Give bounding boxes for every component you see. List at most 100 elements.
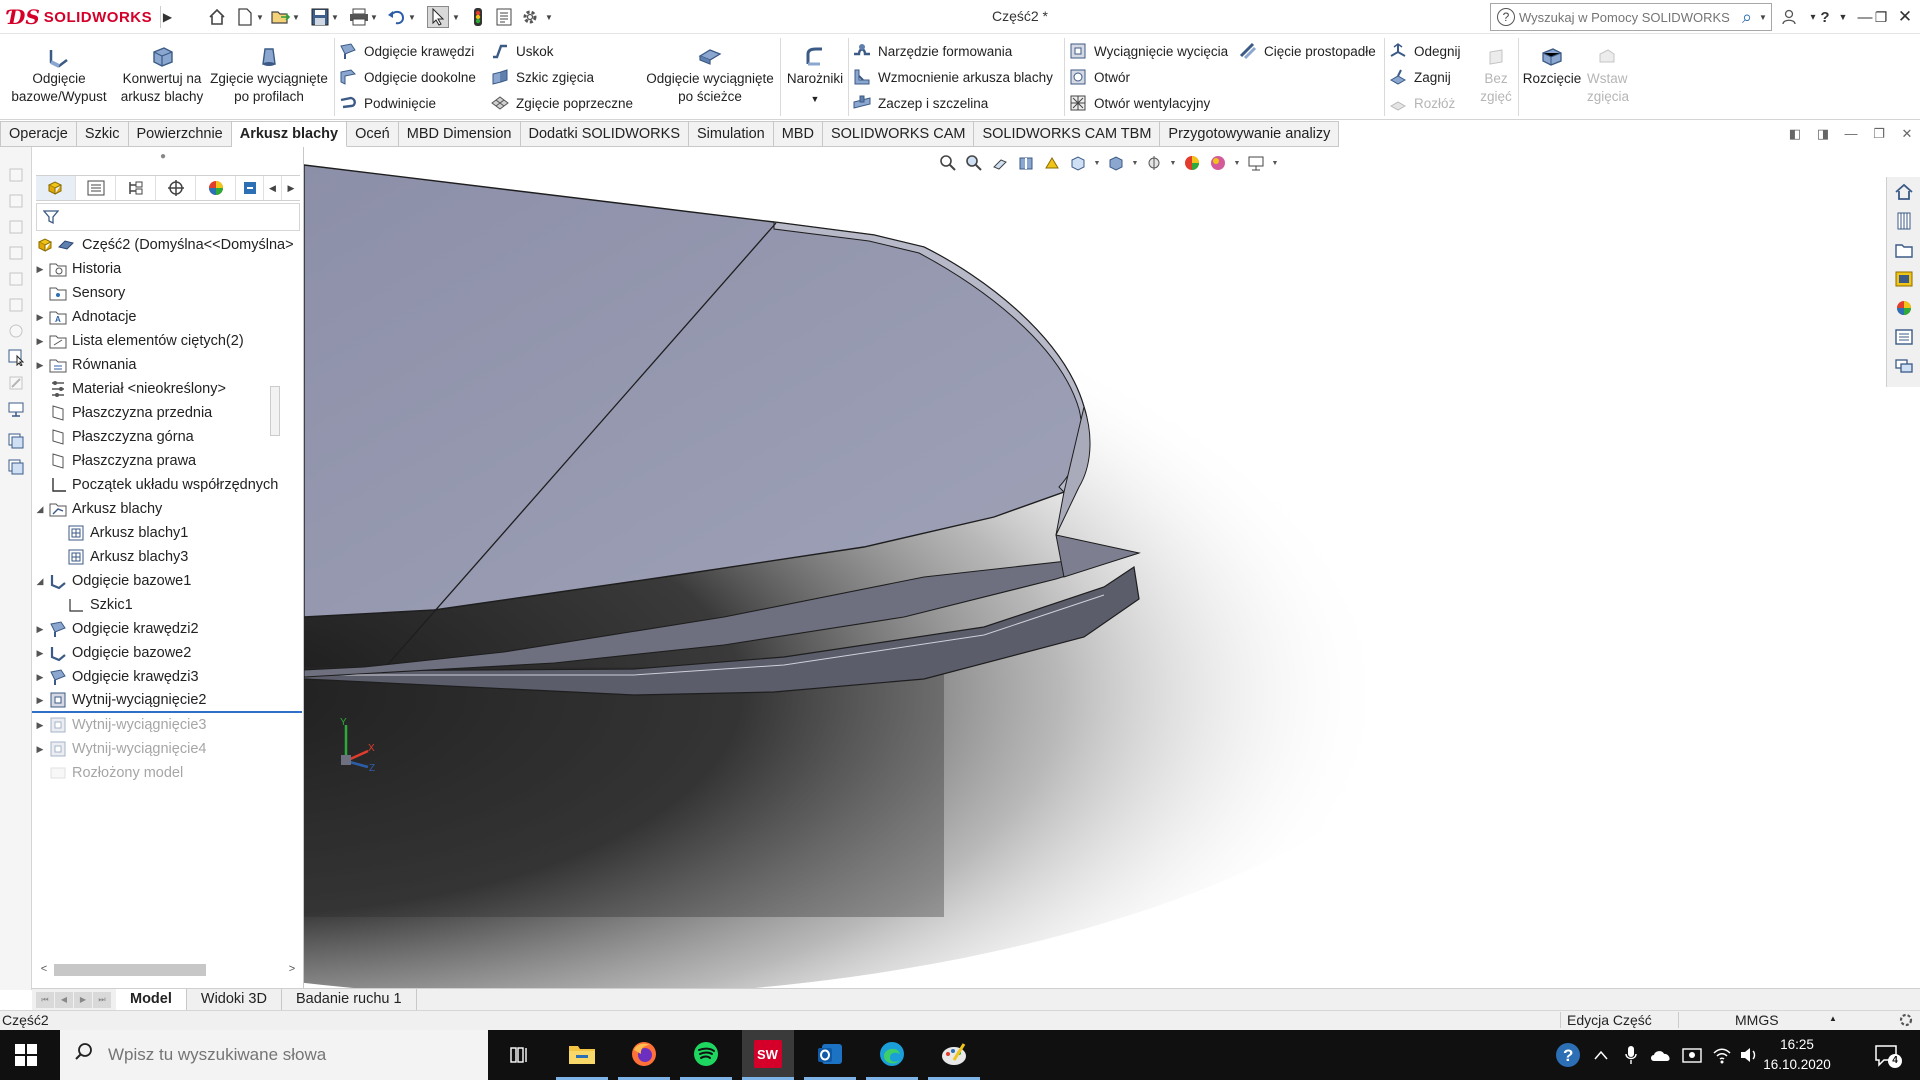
file-explorer-pane-icon[interactable]: [1889, 236, 1919, 264]
rip-button[interactable]: Rozcięcie: [1520, 44, 1584, 88]
windows-start-icon[interactable]: [14, 1043, 38, 1067]
apply-scene-icon[interactable]: [1206, 152, 1230, 174]
view-orientation-dropdown[interactable]: ▼: [1092, 160, 1102, 167]
display-style-icon[interactable]: [1104, 152, 1128, 174]
spotify-icon[interactable]: [680, 1030, 732, 1080]
collapse-arrow-icon[interactable]: ◢: [34, 504, 46, 515]
action-center-icon[interactable]: 4: [1872, 1040, 1902, 1070]
tree-node[interactable]: ▶ Odgięcie krawędzi3: [32, 665, 302, 689]
file-properties-icon[interactable]: [493, 6, 515, 28]
scroll-right-arrow[interactable]: >: [284, 963, 300, 975]
copy-settings-icon[interactable]: [3, 429, 29, 453]
view-settings-dropdown[interactable]: ▼: [1270, 160, 1280, 167]
section-view-icon[interactable]: [1014, 152, 1038, 174]
tree-node[interactable]: Rozłożony model: [32, 761, 302, 785]
select-icon[interactable]: [427, 6, 449, 28]
edit-appearance-icon[interactable]: [1180, 152, 1204, 174]
units-dropdown-icon[interactable]: ▲: [1829, 1014, 1837, 1023]
sketched-bend-button[interactable]: Szkic zgięcia: [490, 66, 633, 88]
lofted-bend-button[interactable]: Zgięcie wyciągnięte po profilach: [208, 44, 330, 106]
view-orientation-icon[interactable]: [1066, 152, 1090, 174]
restore-icon[interactable]: ❐: [1868, 4, 1894, 30]
tree-node[interactable]: ▶ A Adnotacje: [32, 305, 302, 329]
tabs-scroll-right[interactable]: ▶: [282, 176, 300, 200]
command-tab[interactable]: Szkic: [76, 121, 129, 147]
tile-left-icon[interactable]: ◧: [1784, 124, 1806, 144]
close-icon[interactable]: ✕: [1892, 4, 1918, 30]
next-tab-arrow[interactable]: ▶: [74, 991, 92, 1008]
new-doc-icon[interactable]: [234, 6, 256, 28]
cam-tree-tab-icon[interactable]: [236, 176, 264, 200]
screen-capture-icon[interactable]: [1680, 1043, 1704, 1067]
edge-icon[interactable]: [866, 1030, 918, 1080]
open-dropdown[interactable]: ▼: [292, 6, 301, 28]
custom-properties-icon[interactable]: [1889, 323, 1919, 351]
expand-arrow-icon[interactable]: ▶: [34, 720, 46, 731]
view-pane-icon[interactable]: [3, 319, 29, 343]
expand-arrow-icon[interactable]: ▶: [34, 312, 46, 323]
command-tab[interactable]: MBD: [773, 121, 823, 147]
corners-button[interactable]: Narożniki ▼: [784, 44, 846, 108]
solidworks-resources-icon[interactable]: [1889, 178, 1919, 206]
tree-node[interactable]: ◢ Odgięcie bazowe1: [32, 569, 302, 593]
command-tab[interactable]: Arkusz blachy: [231, 121, 348, 147]
hem-button[interactable]: Podwinięcie: [338, 92, 476, 114]
save-dropdown[interactable]: ▼: [331, 6, 340, 28]
tree-node[interactable]: ▶ Wytnij-wyciągnięcie2: [32, 689, 302, 713]
normal-cut-button[interactable]: Cięcie prostopadłe: [1238, 40, 1376, 62]
search-icon[interactable]: ⌕: [1735, 7, 1759, 28]
customize-status-icon[interactable]: [1898, 1012, 1914, 1031]
task-view-icon[interactable]: [494, 1030, 546, 1080]
tree-node[interactable]: ▶ Lista elementów ciętych(2): [32, 329, 302, 353]
command-tab[interactable]: Przygotowywanie analizy: [1160, 121, 1340, 147]
panel-splitter[interactable]: ●: [160, 151, 166, 162]
vent-button[interactable]: Otwór wentylacyjny: [1068, 92, 1228, 114]
bottom-tab[interactable]: Badanie ruchu 1: [282, 988, 417, 1011]
tree-node[interactable]: Arkusz blachy3: [32, 545, 302, 569]
gusset-button[interactable]: Wzmocnienie arkusza blachy: [852, 66, 1053, 88]
wifi-icon[interactable]: [1710, 1043, 1734, 1067]
edge-flange-button[interactable]: Odgięcie krawędzi: [338, 40, 476, 62]
expand-arrow-icon[interactable]: ▶: [34, 672, 46, 683]
hole-button[interactable]: Otwór: [1068, 66, 1228, 88]
tab-slot-button[interactable]: Zaczep i szczelina: [852, 92, 1053, 114]
unfold-button[interactable]: Odegnij: [1388, 40, 1461, 62]
undo-icon[interactable]: [386, 6, 408, 28]
panel-collapse-handle[interactable]: [270, 386, 280, 436]
undo-dropdown[interactable]: ▼: [408, 6, 417, 28]
microphone-icon[interactable]: [1620, 1043, 1642, 1067]
solidworks-icon[interactable]: SW: [742, 1030, 794, 1080]
view-palette-icon[interactable]: [1889, 265, 1919, 293]
command-tab[interactable]: Powierzchnie: [128, 121, 232, 147]
view-pane-icon[interactable]: [3, 163, 29, 187]
view-pane-icon[interactable]: [3, 189, 29, 213]
display-style-dropdown[interactable]: ▼: [1130, 160, 1140, 167]
help-tray-icon[interactable]: ?: [1552, 1043, 1584, 1067]
edit-sketch-icon[interactable]: [3, 371, 29, 395]
tree-node[interactable]: ◢ Arkusz blachy: [32, 497, 302, 521]
paint-icon[interactable]: [928, 1030, 980, 1080]
open-icon[interactable]: [270, 6, 292, 28]
options-dropdown[interactable]: ▼: [545, 6, 554, 28]
onedrive-icon[interactable]: [1648, 1043, 1674, 1067]
user-account-icon[interactable]: [1776, 4, 1802, 30]
view-pane-icon[interactable]: [3, 215, 29, 239]
no-bends-button[interactable]: Bez zgięć: [1476, 44, 1516, 106]
display-manager-tab-icon[interactable]: [196, 176, 236, 200]
extruded-cut-button[interactable]: Wyciągnięcie wycięcia: [1068, 40, 1228, 62]
home-icon[interactable]: [206, 6, 228, 28]
firefox-icon[interactable]: [618, 1030, 670, 1080]
unit-system-selector[interactable]: MMGS ▲: [1678, 1012, 1888, 1028]
command-tab[interactable]: Oceń: [347, 121, 399, 147]
flatten-button[interactable]: Rozłóż: [1388, 92, 1461, 114]
bottom-tab[interactable]: Widoki 3D: [187, 988, 282, 1011]
tree-node[interactable]: Płaszczyzna przednia: [32, 401, 302, 425]
last-tab-arrow[interactable]: ⏭: [93, 991, 111, 1008]
model-view[interactable]: [304, 147, 1886, 990]
tree-node[interactable]: Arkusz blachy1: [32, 521, 302, 545]
fold-button[interactable]: Zagnij: [1388, 66, 1461, 88]
convert-sheet-metal-button[interactable]: Konwertuj na arkusz blachy: [114, 44, 210, 106]
tree-node[interactable]: ▶ Historia: [32, 257, 302, 281]
command-tab[interactable]: Dodatki SOLIDWORKS: [520, 121, 689, 147]
rebuild-icon[interactable]: [467, 6, 489, 28]
